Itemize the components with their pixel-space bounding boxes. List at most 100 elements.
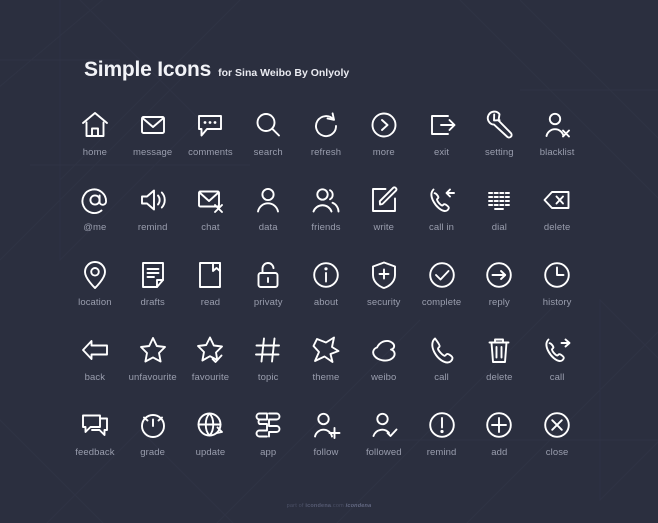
- icon-label: read: [200, 297, 221, 308]
- info-circle-icon[interactable]: [309, 258, 343, 292]
- globe-refresh-icon[interactable]: [193, 408, 227, 442]
- speaker-icon[interactable]: [136, 183, 170, 217]
- icon-cell-feedback[interactable]: feedback: [66, 408, 124, 483]
- pencil-square-icon[interactable]: [367, 183, 401, 217]
- icon-cell-security[interactable]: security: [355, 258, 413, 333]
- icon-label: back: [84, 372, 106, 383]
- icon-cell-privaty[interactable]: privaty: [239, 258, 297, 333]
- circle-chevron-right-icon[interactable]: [367, 108, 401, 142]
- magnifier-icon[interactable]: [251, 108, 285, 142]
- icon-cell-call-out[interactable]: call: [528, 333, 586, 408]
- phone-icon[interactable]: [425, 333, 459, 367]
- circle-check-icon[interactable]: [425, 258, 459, 292]
- icon-cell-write[interactable]: write: [355, 183, 413, 258]
- star-burst-icon[interactable]: [309, 333, 343, 367]
- icon-cell-theme[interactable]: theme: [297, 333, 355, 408]
- icon-set-page: Simple Icons for Sina Weibo By Onlyoly h…: [0, 0, 658, 523]
- icon-cell-complete[interactable]: complete: [413, 258, 471, 333]
- icon-cell-comments[interactable]: comments: [182, 108, 240, 183]
- icon-cell-unfavourite[interactable]: unfavourite: [124, 333, 182, 408]
- shield-plus-icon[interactable]: [367, 258, 401, 292]
- at-sign-icon[interactable]: [78, 183, 112, 217]
- arrow-left-icon[interactable]: [78, 333, 112, 367]
- icon-cell-dial[interactable]: dial: [470, 183, 528, 258]
- x-circle-icon[interactable]: [540, 408, 574, 442]
- icon-cell-about[interactable]: about: [297, 258, 355, 333]
- clock-icon[interactable]: [540, 258, 574, 292]
- icon-cell-friends[interactable]: friends: [297, 183, 355, 258]
- icon-cell-app[interactable]: app: [239, 408, 297, 483]
- document-lines-icon[interactable]: [136, 258, 170, 292]
- icon-cell-read[interactable]: read: [182, 258, 240, 333]
- icon-cell-back[interactable]: back: [66, 333, 124, 408]
- gauge-icon[interactable]: [136, 408, 170, 442]
- map-pin-icon[interactable]: [78, 258, 112, 292]
- icon-cell-call-in[interactable]: call in: [413, 183, 471, 258]
- icon-cell-exit[interactable]: exit: [413, 108, 471, 183]
- icon-cell-at-me[interactable]: @me: [66, 183, 124, 258]
- icon-cell-blacklist[interactable]: blacklist: [528, 108, 586, 183]
- icon-cell-refresh[interactable]: refresh: [297, 108, 355, 183]
- icon-cell-history[interactable]: history: [528, 258, 586, 333]
- trash-can-icon[interactable]: [482, 333, 516, 367]
- icon-cell-delete-back[interactable]: delete: [528, 183, 586, 258]
- exclamation-circle-icon[interactable]: [425, 408, 459, 442]
- envelope-x-icon[interactable]: [193, 183, 227, 217]
- icon-cell-data[interactable]: data: [239, 183, 297, 258]
- icon-cell-message[interactable]: message: [124, 108, 182, 183]
- icon-cell-chat[interactable]: chat: [182, 183, 240, 258]
- icon-cell-reply[interactable]: reply: [470, 258, 528, 333]
- envelope-icon[interactable]: [136, 108, 170, 142]
- double-chat-bubble-icon[interactable]: [78, 408, 112, 442]
- phone-outgoing-icon[interactable]: [540, 333, 574, 367]
- icon-label: call: [434, 372, 449, 383]
- icon-cell-delete-trash[interactable]: delete: [470, 333, 528, 408]
- person-icon[interactable]: [251, 183, 285, 217]
- hash-icon[interactable]: [251, 333, 285, 367]
- icon-cell-remind-alert[interactable]: remind: [413, 408, 471, 483]
- star-outline-icon[interactable]: [136, 333, 170, 367]
- keypad-lines-icon[interactable]: [482, 183, 516, 217]
- page-title: Simple Icons: [84, 58, 212, 81]
- pinwheel-icon[interactable]: [251, 408, 285, 442]
- weibo-cloud-icon[interactable]: [367, 333, 401, 367]
- house-icon[interactable]: [78, 108, 112, 142]
- icon-label: unfavourite: [128, 372, 177, 383]
- icon-cell-drafts[interactable]: drafts: [124, 258, 182, 333]
- icon-cell-search[interactable]: search: [239, 108, 297, 183]
- person-check-icon[interactable]: [367, 408, 401, 442]
- plus-circle-icon[interactable]: [482, 408, 516, 442]
- icon-cell-setting[interactable]: setting: [470, 108, 528, 183]
- circular-arrow-icon[interactable]: [309, 108, 343, 142]
- box-arrow-right-icon[interactable]: [425, 108, 459, 142]
- star-check-icon[interactable]: [193, 333, 227, 367]
- icon-cell-weibo[interactable]: weibo: [355, 333, 413, 408]
- icon-label: remind: [137, 222, 168, 233]
- person-plus-icon[interactable]: [309, 408, 343, 442]
- icon-cell-close[interactable]: close: [528, 408, 586, 483]
- icon-label: update: [195, 447, 226, 458]
- icon-cell-home[interactable]: home: [66, 108, 124, 183]
- icon-label: call: [549, 372, 565, 383]
- icon-cell-followed[interactable]: followed: [355, 408, 413, 483]
- wrench-icon[interactable]: [482, 108, 516, 142]
- icon-cell-follow[interactable]: follow: [297, 408, 355, 483]
- backspace-x-icon[interactable]: [540, 183, 574, 217]
- icon-cell-call[interactable]: call: [413, 333, 471, 408]
- icon-cell-remind[interactable]: remind: [124, 183, 182, 258]
- unlocked-padlock-icon[interactable]: [251, 258, 285, 292]
- icon-cell-more[interactable]: more: [355, 108, 413, 183]
- two-people-icon[interactable]: [309, 183, 343, 217]
- circle-arrow-right-icon[interactable]: [482, 258, 516, 292]
- person-x-icon[interactable]: [540, 108, 574, 142]
- phone-incoming-icon[interactable]: [425, 183, 459, 217]
- speech-bubble-dots-icon[interactable]: [193, 108, 227, 142]
- icon-cell-location[interactable]: location: [66, 258, 124, 333]
- icon-cell-topic[interactable]: topic: [239, 333, 297, 408]
- icon-grid: home message comments search refresh more exit…: [66, 108, 586, 483]
- icon-cell-update[interactable]: update: [182, 408, 240, 483]
- icon-cell-grade[interactable]: grade: [124, 408, 182, 483]
- book-icon[interactable]: [193, 258, 227, 292]
- icon-cell-favourite[interactable]: favourite: [182, 333, 240, 408]
- icon-cell-add[interactable]: add: [470, 408, 528, 483]
